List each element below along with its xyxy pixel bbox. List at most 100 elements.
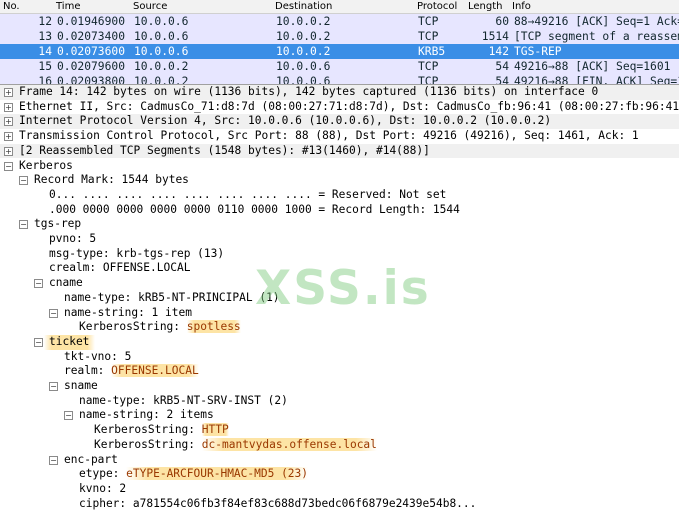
packet-cell-len: 54: [495, 75, 509, 84]
column-header-no[interactable]: No.: [3, 0, 20, 13]
packet-cell-dst: 10.0.0.6: [276, 60, 331, 73]
tree-row-ticket[interactable]: − ticket: [0, 334, 679, 350]
tree-row-label: .000 0000 0000 0000 0000 0110 0000 1000 …: [49, 202, 460, 216]
tree-row-label: Transmission Control Protocol, Src Port:…: [19, 129, 639, 143]
tree-row-cname-name-type[interactable]: name-type: kRB5-NT-PRINCIPAL (1): [0, 291, 679, 306]
plus-box-icon[interactable]: +: [4, 146, 13, 156]
tree-row-realm[interactable]: realm: OFFENSE.LOCAL: [0, 364, 679, 379]
packet-cell-time: 0.02079600: [57, 60, 126, 73]
tree-row-tcp[interactable]: + Transmission Control Protocol, Src Por…: [0, 129, 679, 144]
packet-details-tree[interactable]: + Frame 14: 142 bytes on wire (1136 bits…: [0, 85, 679, 512]
tree-row-frame[interactable]: + Frame 14: 142 bytes on wire (1136 bits…: [0, 85, 679, 100]
tree-row-label: Internet Protocol Version 4, Src: 10.0.0…: [19, 114, 552, 128]
plus-box-icon[interactable]: +: [4, 132, 13, 142]
minus-box-icon[interactable]: −: [34, 337, 43, 347]
tree-row-sname-kerberos-string-2[interactable]: KerberosString: dc-mantvydas.offense.loc…: [0, 437, 679, 453]
packet-cell-no: 15: [38, 60, 52, 73]
tree-row-label: Kerberos: [19, 158, 73, 172]
tree-row-label: Ethernet II, Src: CadmusCo_71:d8:7d (08:…: [19, 99, 679, 113]
tree-row-sname[interactable]: − sname: [0, 379, 679, 394]
column-header-protocol[interactable]: Protocol: [417, 0, 457, 13]
minus-box-icon[interactable]: −: [4, 161, 13, 171]
tree-row-enc-part[interactable]: − enc-part: [0, 453, 679, 468]
packet-cell-no: 13: [38, 30, 52, 43]
packet-cell-proto: TCP: [418, 75, 439, 84]
tree-row-kvno[interactable]: kvno: 2: [0, 482, 679, 497]
column-header-length[interactable]: Length: [468, 0, 503, 13]
tree-row-cname[interactable]: − cname: [0, 276, 679, 291]
tree-row-tgs-rep[interactable]: − tgs-rep: [0, 217, 679, 232]
tree-row-etype[interactable]: etype: eTYPE-ARCFOUR-HMAC-MD5 (23): [0, 467, 679, 482]
plus-box-icon[interactable]: +: [4, 117, 13, 127]
column-header-info[interactable]: Info: [512, 0, 531, 13]
plus-box-icon[interactable]: +: [4, 102, 13, 112]
packet-cell-len: 60: [495, 15, 509, 28]
tree-row-label: realm:: [64, 364, 112, 378]
tree-row-label: cipher: a781554c06fb3f84ef83c688d73bedc0…: [79, 496, 477, 510]
tree-row-ipv4[interactable]: + Internet Protocol Version 4, Src: 10.0…: [0, 114, 679, 130]
packet-cell-proto: KRB5: [418, 45, 446, 58]
packet-list[interactable]: No. Time Source Destination Protocol Len…: [0, 0, 679, 84]
packet-cell-info: [TCP segment of a reassembled PDU]: [514, 30, 679, 43]
column-header-destination[interactable]: Destination: [275, 0, 332, 13]
tree-row-label: Frame 14: 142 bytes on wire (1136 bits),…: [19, 85, 599, 98]
minus-box-icon[interactable]: −: [64, 411, 73, 421]
packet-row[interactable]: 12 0.01946900 10.0.0.6 10.0.0.2 TCP 60 88→4921…: [0, 14, 679, 29]
minus-box-icon[interactable]: −: [49, 382, 58, 391]
packet-list-header: No. Time Source Destination Protocol Len…: [0, 0, 679, 14]
tree-row-tkt-vno[interactable]: tkt-vno: 5: [0, 350, 679, 365]
packet-cell-proto: TCP: [418, 60, 439, 73]
packet-row[interactable]: 15 0.02079600 10.0.0.2 10.0.0.6 TCP 54 49216→8…: [0, 59, 679, 74]
highlighted-value: eTYPE-ARCFOUR-HMAC-MD5 (23): [126, 467, 309, 481]
packet-cell-info: 49216→88 [ACK] Seq=1601: [514, 60, 671, 73]
tree-row-label: KerberosString:: [94, 437, 202, 451]
column-header-source[interactable]: Source: [133, 0, 167, 13]
tree-row-reassembled[interactable]: + [2 Reassembled TCP Segments (1548 byte…: [0, 143, 679, 159]
packet-cell-time: 0.02073400: [57, 30, 126, 43]
tree-row-cname-name-string[interactable]: − name-string: 1 item: [0, 306, 679, 321]
tree-row-label: name-type: kRB5-NT-SRV-INST (2): [79, 393, 288, 407]
minus-box-icon[interactable]: −: [34, 279, 43, 289]
tree-row-record-mark[interactable]: − Record Mark: 1544 bytes: [0, 173, 679, 188]
minus-box-icon[interactable]: −: [49, 455, 58, 465]
packet-row[interactable]: 14 0.02073600 10.0.0.6 10.0.0.2 KRB5 142 TGS-R…: [0, 44, 679, 59]
packet-cell-proto: TCP: [418, 15, 439, 28]
tree-row-label: pvno: 5: [49, 232, 97, 245]
tree-row-label: Record Mark: 1544 bytes: [34, 173, 189, 187]
minus-box-icon[interactable]: −: [49, 308, 58, 318]
packet-cell-src: 10.0.0.6: [134, 45, 189, 58]
tree-row-msg-type[interactable]: msg-type: krb-tgs-rep (13): [0, 247, 679, 262]
column-header-time[interactable]: Time: [56, 0, 80, 13]
packet-cell-src: 10.0.0.2: [134, 75, 189, 84]
plus-box-icon[interactable]: +: [4, 88, 13, 97]
packet-cell-info: 49216→88 [FIN, ACK] Seq=1601: [514, 75, 679, 84]
tree-row-pvno[interactable]: pvno: 5: [0, 232, 679, 247]
packet-cell-src: 10.0.0.6: [134, 15, 189, 28]
tree-row-label: msg-type: krb-tgs-rep (13): [49, 246, 225, 260]
tree-row-label: name-string: 1 item: [64, 305, 192, 319]
packet-cell-dst: 10.0.0.2: [276, 15, 331, 28]
tree-row-ethernet[interactable]: + Ethernet II, Src: CadmusCo_71:d8:7d (0…: [0, 99, 679, 115]
packet-row[interactable]: 16 0.02093800 10.0.0.2 10.0.0.6 TCP 54 49216→8…: [0, 74, 679, 84]
tree-row-sname-kerberos-string-1[interactable]: KerberosString: HTTP: [0, 423, 679, 438]
tree-row-kerberos[interactable]: − Kerberos: [0, 158, 679, 174]
tree-row-sname-name-type[interactable]: name-type: kRB5-NT-SRV-INST (2): [0, 394, 679, 409]
packet-row[interactable]: 13 0.02073400 10.0.0.6 10.0.0.2 TCP 1514 [TCP …: [0, 29, 679, 44]
packet-cell-no: 14: [38, 45, 52, 58]
tree-row-record-length[interactable]: .000 0000 0000 0000 0000 0110 0000 1000 …: [0, 203, 679, 218]
packet-cell-no: 12: [38, 15, 52, 28]
minus-box-icon[interactable]: −: [19, 220, 28, 230]
tree-row-cname-kerberos-string[interactable]: KerberosString: spotless: [0, 320, 679, 335]
packet-cell-no: 16: [38, 75, 52, 84]
highlighted-value: spotless: [186, 320, 241, 334]
tree-row-cipher[interactable]: cipher: a781554c06fb3f84ef83c688d73bedc0…: [0, 497, 679, 512]
tree-row-reserved[interactable]: 0... .... .... .... .... .... .... .... …: [0, 188, 679, 203]
minus-box-icon[interactable]: −: [19, 176, 28, 186]
tree-row-crealm[interactable]: crealm: OFFENSE.LOCAL: [0, 261, 679, 276]
highlighted-value: dc-mantvydas.offense.local: [201, 437, 377, 451]
packet-cell-len: 1514: [481, 30, 509, 43]
tree-row-sname-name-string[interactable]: − name-string: 2 items: [0, 408, 679, 423]
tree-row-label: name-type: kRB5-NT-PRINCIPAL (1): [64, 290, 280, 304]
packet-cell-proto: TCP: [418, 30, 439, 43]
packet-cell-time: 0.02073600: [57, 45, 126, 58]
